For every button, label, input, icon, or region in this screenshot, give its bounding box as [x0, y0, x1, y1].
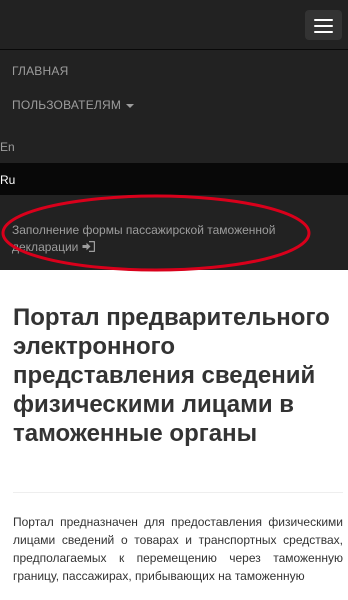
sign-in-icon [82, 241, 96, 252]
nav-item-declaration-label: Заполнение формы пассажирской таможенной… [12, 223, 276, 254]
navbar [0, 0, 348, 50]
nav-menu: ГЛАВНАЯ ПОЛЬЗОВАТЕЛЯМ En Ru Заполнение ф… [0, 50, 348, 270]
divider [13, 492, 343, 493]
nav-item-users-label: ПОЛЬЗОВАТЕЛЯМ [12, 98, 122, 112]
page-title: Портал предварительного электронного пре… [13, 304, 330, 447]
caret-down-icon [126, 103, 135, 108]
menu-toggle-button[interactable] [305, 10, 342, 40]
lang-ru-link[interactable]: Ru [0, 163, 348, 195]
nav-item-users[interactable]: ПОЛЬЗОВАТЕЛЯМ [12, 98, 135, 112]
nav-item-home[interactable]: ГЛАВНАЯ [12, 64, 68, 78]
nav-item-declaration[interactable]: Заполнение формы пассажирской таможенной… [12, 222, 312, 256]
intro-paragraph: Портал предназначен для предоставления ф… [13, 515, 343, 583]
hamburger-icon [314, 19, 333, 21]
lang-en-link[interactable]: En [0, 137, 348, 163]
